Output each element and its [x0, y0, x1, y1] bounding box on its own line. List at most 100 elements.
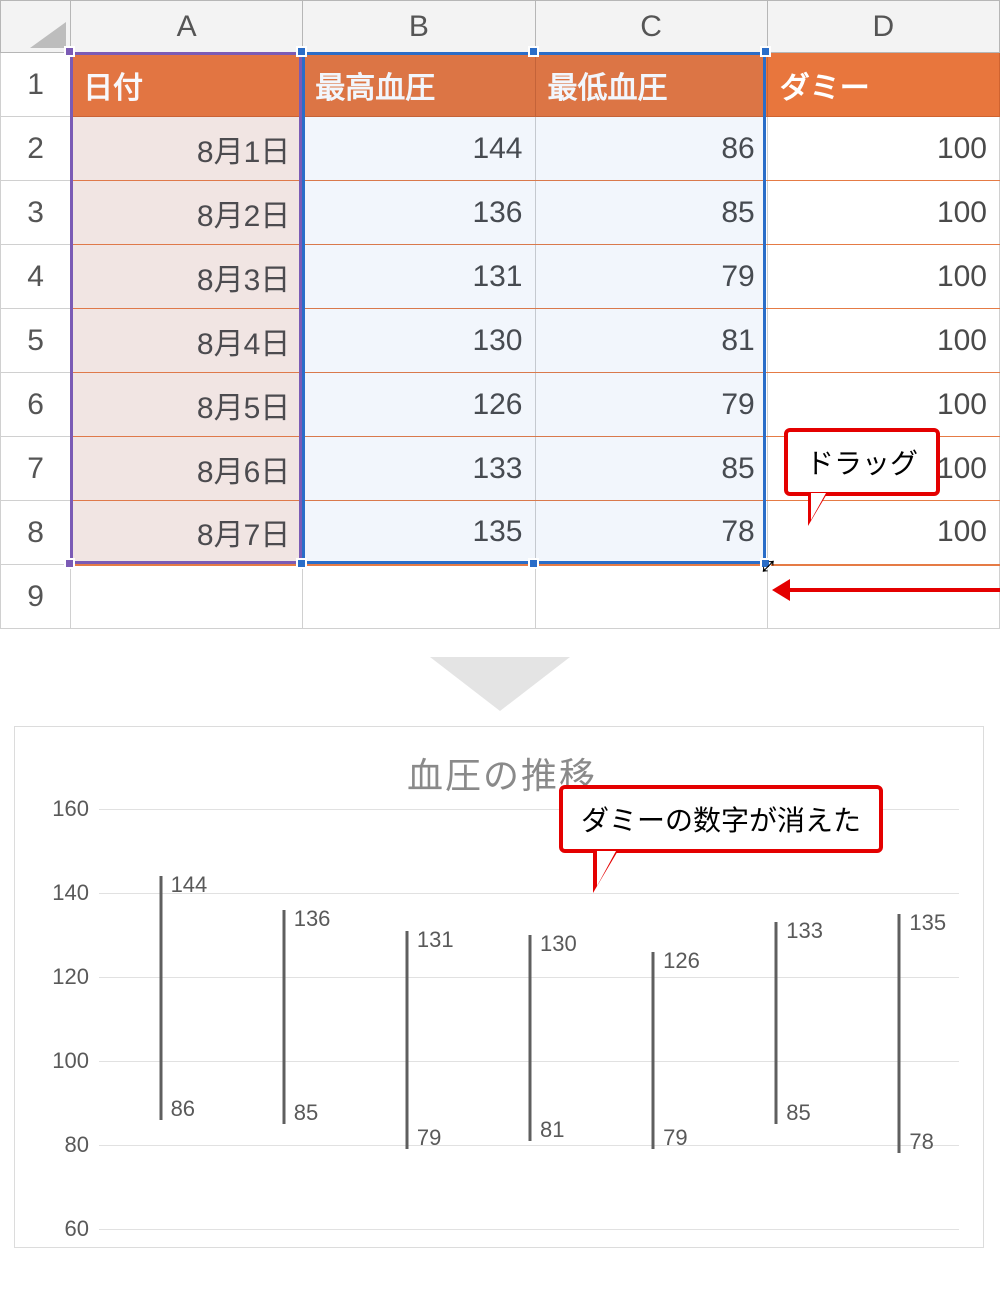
selection-handle[interactable]	[296, 558, 307, 569]
cell-A3[interactable]: 8月2日	[71, 181, 303, 245]
cell-D4[interactable]: 100	[767, 245, 999, 309]
table-row[interactable]: 4 8月3日 131 79 100	[1, 245, 1000, 309]
header-date[interactable]: 日付	[71, 53, 303, 117]
cell-B7[interactable]: 133	[303, 437, 535, 501]
y-tick-label: 100	[52, 1048, 89, 1074]
cell-D3[interactable]: 100	[767, 181, 999, 245]
grid-table[interactable]: A B C D 1 日付 最高血圧 最低血圧 ダミー 2 8月1日 144 86…	[0, 0, 1000, 629]
cell-C4[interactable]: 79	[535, 245, 767, 309]
cell-B8[interactable]: 135	[303, 501, 535, 565]
data-label-high: 144	[171, 872, 208, 898]
selection-handle[interactable]	[528, 558, 539, 569]
cell-A2[interactable]: 8月1日	[71, 117, 303, 181]
hi-lo-bar	[652, 952, 655, 1149]
hi-lo-bar	[405, 931, 408, 1149]
cell-D5[interactable]: 100	[767, 309, 999, 373]
spreadsheet[interactable]: A B C D 1 日付 最高血圧 最低血圧 ダミー 2 8月1日 144 86…	[0, 0, 1000, 629]
cell-A9[interactable]	[71, 565, 303, 629]
cell-A7[interactable]: 8月6日	[71, 437, 303, 501]
y-axis: 6080100120140160	[41, 809, 95, 1229]
hi-lo-bar	[775, 922, 778, 1124]
data-label-high: 131	[417, 927, 454, 953]
callout-drag: ドラッグ	[784, 428, 940, 496]
cell-A6[interactable]: 8月5日	[71, 373, 303, 437]
table-row[interactable]: 2 8月1日 144 86 100	[1, 117, 1000, 181]
table-row[interactable]: 3 8月2日 136 85 100	[1, 181, 1000, 245]
header-dummy[interactable]: ダミー	[767, 53, 999, 117]
col-header-A[interactable]: A	[71, 1, 303, 53]
row-header-3[interactable]: 3	[1, 181, 71, 245]
data-label-high: 136	[294, 906, 331, 932]
cell-D6[interactable]: 100	[767, 373, 999, 437]
data-label-low: 79	[417, 1125, 441, 1151]
selection-handle[interactable]	[296, 46, 307, 57]
header-high[interactable]: 最高血圧	[303, 53, 535, 117]
row-header-1[interactable]: 1	[1, 53, 71, 117]
hi-lo-bar	[282, 910, 285, 1124]
cell-C7[interactable]: 85	[535, 437, 767, 501]
header-low[interactable]: 最低血圧	[535, 53, 767, 117]
selection-handle[interactable]	[760, 558, 771, 569]
grid-line	[99, 1229, 959, 1230]
table-row-empty[interactable]: 9	[1, 565, 1000, 629]
cell-C9[interactable]	[535, 565, 767, 629]
callout-drag-label: ドラッグ	[806, 448, 918, 479]
cell-C8[interactable]: 78	[535, 501, 767, 565]
callout-dummy-removed: ダミーの数字が消えた	[559, 785, 883, 853]
col-header-D[interactable]: D	[767, 1, 999, 53]
selection-handle[interactable]	[64, 46, 75, 57]
row-header-9[interactable]: 9	[1, 565, 71, 629]
cell-A5[interactable]: 8月4日	[71, 309, 303, 373]
chart-panel[interactable]: 血圧の推移 ダミーの数字が消えた 6080100120140160 144861…	[14, 726, 984, 1248]
cell-B4[interactable]: 131	[303, 245, 535, 309]
cell-C6[interactable]: 79	[535, 373, 767, 437]
column-header-row[interactable]: A B C D	[1, 1, 1000, 53]
table-row[interactable]: 5 8月4日 130 81 100	[1, 309, 1000, 373]
data-label-low: 85	[294, 1100, 318, 1126]
grid-line	[99, 1145, 959, 1146]
table-row[interactable]: 8 8月7日 135 78 100	[1, 501, 1000, 565]
cell-A8[interactable]: 8月7日	[71, 501, 303, 565]
cell-C5[interactable]: 81	[535, 309, 767, 373]
y-tick-label: 160	[52, 796, 89, 822]
col-header-B[interactable]: B	[303, 1, 535, 53]
cell-D2[interactable]: 100	[767, 117, 999, 181]
y-tick-label: 120	[52, 964, 89, 990]
selection-handle[interactable]	[760, 46, 771, 57]
data-label-high: 130	[540, 931, 577, 957]
data-label-low: 79	[663, 1125, 687, 1151]
select-all-corner[interactable]	[1, 1, 71, 53]
chevron-down-icon	[430, 657, 570, 711]
y-tick-label: 80	[65, 1132, 89, 1158]
table-header-row[interactable]: 1 日付 最高血圧 最低血圧 ダミー	[1, 53, 1000, 117]
cell-A4[interactable]: 8月3日	[71, 245, 303, 309]
hi-lo-bar	[159, 876, 162, 1120]
table-row[interactable]: 6 8月5日 126 79 100	[1, 373, 1000, 437]
callout-dummy-removed-label: ダミーの数字が消えた	[581, 805, 861, 836]
row-header-2[interactable]: 2	[1, 117, 71, 181]
cell-C2[interactable]: 86	[535, 117, 767, 181]
data-label-high: 135	[909, 910, 946, 936]
y-tick-label: 140	[52, 880, 89, 906]
row-header-4[interactable]: 4	[1, 245, 71, 309]
selection-handle[interactable]	[64, 558, 75, 569]
row-header-8[interactable]: 8	[1, 501, 71, 565]
cell-B2[interactable]: 144	[303, 117, 535, 181]
cell-C3[interactable]: 85	[535, 181, 767, 245]
chart-plot-area[interactable]: 6080100120140160 14486136851317913081126…	[41, 809, 963, 1229]
col-header-C[interactable]: C	[535, 1, 767, 53]
plot-area: 14486136851317913081126791338513578	[99, 809, 959, 1229]
selection-handle[interactable]	[528, 46, 539, 57]
row-header-7[interactable]: 7	[1, 437, 71, 501]
cell-D9[interactable]	[767, 565, 999, 629]
row-header-6[interactable]: 6	[1, 373, 71, 437]
cell-B9[interactable]	[303, 565, 535, 629]
y-tick-label: 60	[65, 1216, 89, 1242]
cell-B3[interactable]: 136	[303, 181, 535, 245]
cell-D8[interactable]: 100	[767, 501, 999, 565]
data-label-low: 78	[909, 1129, 933, 1155]
cell-B5[interactable]: 130	[303, 309, 535, 373]
row-header-5[interactable]: 5	[1, 309, 71, 373]
cell-B6[interactable]: 126	[303, 373, 535, 437]
data-label-high: 126	[663, 948, 700, 974]
